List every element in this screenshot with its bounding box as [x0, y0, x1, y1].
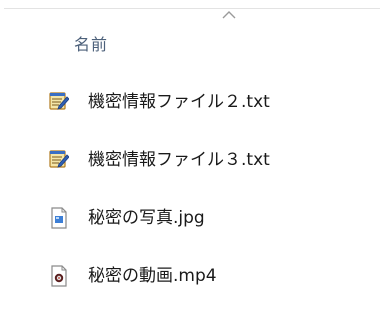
image-file-icon: [51, 207, 67, 229]
file-list: 機密情報ファイル２.txt 機密情報ファイル３.txt 秘密の写真.jpg 秘密…: [0, 87, 389, 319]
header-top-border: [4, 8, 380, 9]
file-item[interactable]: 機密情報ファイル３.txt: [0, 145, 389, 175]
notepad-text-file-icon: [49, 150, 69, 168]
file-item[interactable]: 機密情報ファイル２.txt: [0, 87, 389, 117]
file-name: 機密情報ファイル２.txt: [88, 92, 270, 112]
file-name: 機密情報ファイル３.txt: [88, 150, 270, 170]
file-item[interactable]: 秘密の写真.jpg: [0, 203, 389, 233]
name-column-header[interactable]: 名前: [0, 28, 389, 60]
file-item[interactable]: 秘密の動画.mp4: [0, 261, 389, 291]
name-column-header-label: 名前: [74, 35, 109, 54]
chevron-up-icon: [222, 11, 236, 19]
file-name: 秘密の写真.jpg: [88, 208, 205, 228]
notepad-text-file-icon: [49, 92, 69, 110]
file-name: 秘密の動画.mp4: [88, 266, 217, 286]
